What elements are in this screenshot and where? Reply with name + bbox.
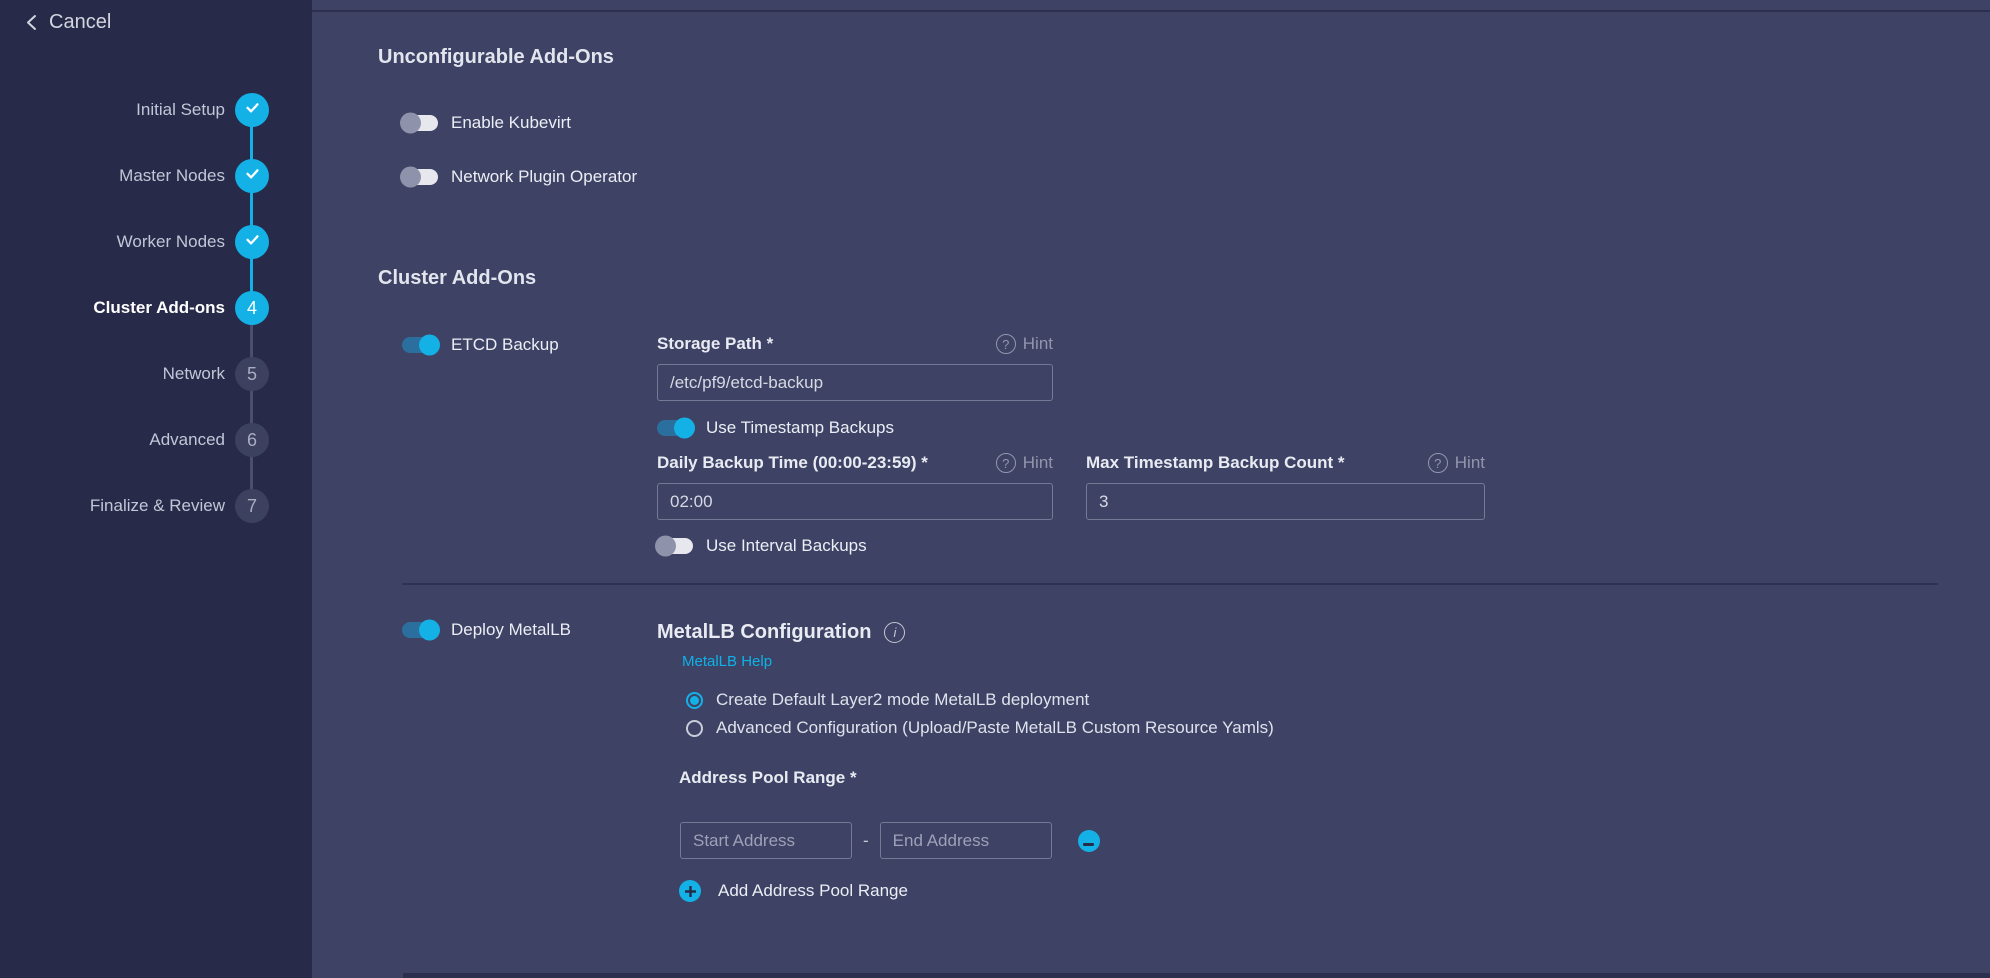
step-complete-circle (235, 93, 269, 127)
address-pool-row: - (680, 822, 1100, 859)
question-mark-icon: ? (1428, 453, 1448, 473)
chevron-left-icon (25, 14, 38, 31)
toggle-knob (400, 167, 421, 188)
end-address-input[interactable] (880, 822, 1052, 859)
layer2-radio-button[interactable] (686, 692, 703, 709)
check-icon (244, 99, 261, 121)
storage-path-input[interactable] (657, 364, 1053, 401)
info-icon[interactable]: i (884, 622, 905, 643)
daily-backup-time-hint[interactable]: ? Hint (996, 453, 1053, 473)
step-number-circle: 4 (235, 291, 269, 325)
add-address-pool-button[interactable]: Add Address Pool Range (679, 880, 908, 902)
section-divider (402, 583, 1938, 585)
toggle-knob (655, 536, 676, 557)
metallb-config-head: MetalLB Configuration i (657, 621, 905, 644)
storage-path-field-head: Storage Path * ? Hint (657, 334, 1053, 354)
range-separator: - (863, 831, 869, 851)
toggle-knob (674, 418, 695, 439)
advanced-config-radio-label: Advanced Configuration (Upload/Paste Met… (716, 718, 1274, 738)
use-timestamp-toggle-row[interactable]: Use Timestamp Backups (657, 418, 894, 438)
cluster-addons-title: Cluster Add-Ons (378, 267, 536, 290)
stepper-connector-complete (250, 110, 253, 308)
max-backup-count-hint[interactable]: ? Hint (1428, 453, 1485, 473)
toggle-knob (419, 335, 440, 356)
hint-label: Hint (1023, 334, 1053, 354)
sidebar-step-cluster-add-ons[interactable]: Cluster Add-ons 4 (0, 291, 269, 325)
step-label: Initial Setup (136, 100, 225, 120)
remove-address-pool-button[interactable] (1078, 830, 1100, 852)
sidebar-step-worker-nodes[interactable]: Worker Nodes (0, 225, 269, 259)
use-interval-toggle-row[interactable]: Use Interval Backups (657, 536, 867, 556)
daily-backup-time-input[interactable] (657, 483, 1053, 520)
cancel-label: Cancel (49, 11, 111, 34)
sidebar-step-network[interactable]: Network 5 (0, 357, 269, 391)
enable-kubevirt-toggle-row[interactable]: Enable Kubevirt (402, 113, 571, 133)
etcd-backup-toggle-row[interactable]: ETCD Backup (402, 335, 559, 355)
step-number-circle: 7 (235, 489, 269, 523)
cluster-wizard-page: Cancel Initial Setup Master Nodes Worker… (0, 0, 1990, 978)
deploy-metallb-label: Deploy MetalLB (451, 620, 571, 640)
layer2-radio-label: Create Default Layer2 mode MetalLB deplo… (716, 690, 1089, 710)
network-plugin-label: Network Plugin Operator (451, 167, 637, 187)
cancel-button[interactable]: Cancel (25, 11, 111, 34)
metallb-config-title: MetalLB Configuration (657, 621, 871, 644)
sidebar-step-initial-setup[interactable]: Initial Setup (0, 93, 269, 127)
question-mark-icon: ? (996, 334, 1016, 354)
etcd-backup-label: ETCD Backup (451, 335, 559, 355)
wizard-sidebar: Cancel Initial Setup Master Nodes Worker… (0, 0, 312, 978)
use-timestamp-toggle[interactable] (657, 420, 693, 436)
max-backup-count-input[interactable] (1086, 483, 1485, 520)
max-backup-count-field-head: Max Timestamp Backup Count * ? Hint (1086, 453, 1485, 473)
max-backup-count-label: Max Timestamp Backup Count * (1086, 453, 1345, 473)
daily-backup-time-label: Daily Backup Time (00:00-23:59) * (657, 453, 928, 473)
use-interval-toggle[interactable] (657, 538, 693, 554)
step-number-circle: 6 (235, 423, 269, 457)
step-label: Finalize & Review (90, 496, 225, 516)
advanced-config-radio-button[interactable] (686, 720, 703, 737)
step-label: Worker Nodes (117, 232, 225, 252)
network-plugin-toggle-row[interactable]: Network Plugin Operator (402, 167, 637, 187)
question-mark-icon: ? (996, 453, 1016, 473)
step-complete-circle (235, 159, 269, 193)
stepper-connector-upcoming (250, 308, 253, 506)
etcd-backup-toggle[interactable] (402, 337, 438, 353)
content-top-edge (312, 0, 1990, 12)
metallb-help-link[interactable]: MetalLB Help (682, 653, 772, 670)
enable-kubevirt-label: Enable Kubevirt (451, 113, 571, 133)
step-number-circle: 5 (235, 357, 269, 391)
storage-path-hint[interactable]: ? Hint (996, 334, 1053, 354)
check-icon (244, 165, 261, 187)
unconfigurable-addons-title: Unconfigurable Add-Ons (378, 46, 614, 69)
step-label: Master Nodes (119, 166, 225, 186)
address-pool-range-label: Address Pool Range * (679, 768, 857, 788)
sidebar-step-finalize-review[interactable]: Finalize & Review 7 (0, 489, 269, 523)
layer2-radio-row[interactable]: Create Default Layer2 mode MetalLB deplo… (686, 690, 1089, 710)
use-interval-label: Use Interval Backups (706, 536, 867, 556)
storage-path-label: Storage Path * (657, 334, 773, 354)
enable-kubevirt-toggle[interactable] (402, 115, 438, 131)
daily-backup-time-field-head: Daily Backup Time (00:00-23:59) * ? Hint (657, 453, 1053, 473)
hint-label: Hint (1023, 453, 1053, 473)
step-complete-circle (235, 225, 269, 259)
sidebar-step-master-nodes[interactable]: Master Nodes (0, 159, 269, 193)
use-timestamp-label: Use Timestamp Backups (706, 418, 894, 438)
check-icon (244, 231, 261, 253)
minus-icon (1083, 832, 1094, 849)
toggle-knob (400, 113, 421, 134)
content-bottom-edge (403, 973, 1990, 978)
step-label: Cluster Add-ons (93, 298, 225, 318)
network-plugin-toggle[interactable] (402, 169, 438, 185)
toggle-knob (419, 620, 440, 641)
sidebar-step-advanced[interactable]: Advanced 6 (0, 423, 269, 457)
advanced-config-radio-row[interactable]: Advanced Configuration (Upload/Paste Met… (686, 718, 1274, 738)
deploy-metallb-toggle[interactable] (402, 622, 438, 638)
plus-icon (679, 880, 701, 902)
step-label: Advanced (149, 430, 225, 450)
hint-label: Hint (1455, 453, 1485, 473)
add-address-pool-label: Add Address Pool Range (718, 881, 908, 901)
deploy-metallb-toggle-row[interactable]: Deploy MetalLB (402, 620, 571, 640)
start-address-input[interactable] (680, 822, 852, 859)
step-label: Network (163, 364, 225, 384)
